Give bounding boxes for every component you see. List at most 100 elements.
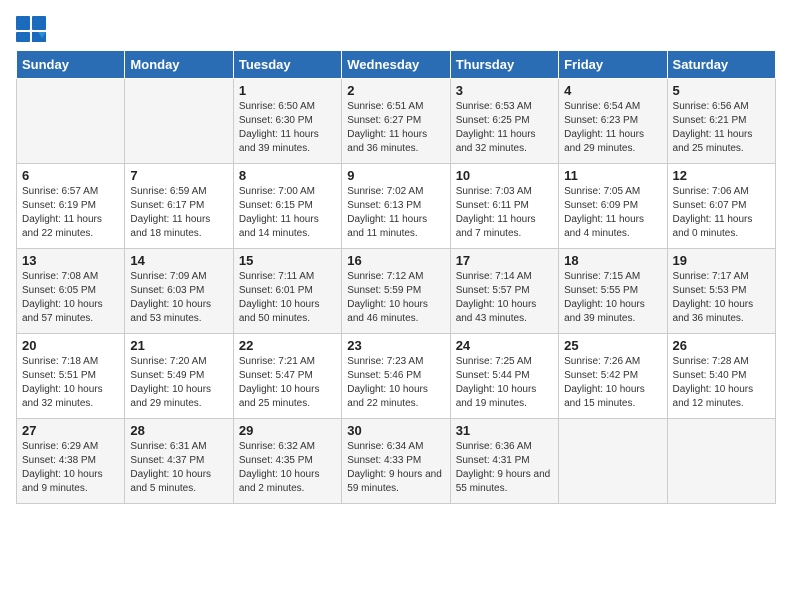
day-number: 22 [239, 338, 336, 353]
day-info: Sunrise: 7:09 AM Sunset: 6:03 PM Dayligh… [130, 270, 227, 326]
day-info: Sunrise: 7:12 AM Sunset: 5:59 PM Dayligh… [347, 270, 444, 326]
day-number: 12 [673, 168, 770, 183]
day-cell: 16 Sunrise: 7:12 AM Sunset: 5:59 PM Dayli… [342, 249, 450, 334]
day-cell: 30 Sunrise: 6:34 AM Sunset: 4:33 PM Dayli… [342, 419, 450, 504]
day-info: Sunrise: 6:51 AM Sunset: 6:27 PM Dayligh… [347, 100, 444, 156]
day-number: 1 [239, 83, 336, 98]
day-number: 11 [564, 168, 661, 183]
day-info: Sunrise: 6:57 AM Sunset: 6:19 PM Dayligh… [22, 185, 119, 241]
day-info: Sunrise: 7:03 AM Sunset: 6:11 PM Dayligh… [456, 185, 553, 241]
day-cell: 7Sunrise: 6:59 AM Sunset: 6:17 PM Daylig… [125, 164, 233, 249]
day-cell [559, 419, 667, 504]
day-info: Sunrise: 6:31 AM Sunset: 4:37 PM Dayligh… [130, 440, 227, 496]
day-cell: 1 Sunrise: 6:50 AM Sunset: 6:30 PM Daylig… [233, 79, 341, 164]
calendar-table: SundayMondayTuesdayWednesdayThursdayFrid… [16, 50, 776, 504]
day-info: Sunrise: 6:59 AM Sunset: 6:17 PM Dayligh… [130, 185, 227, 241]
col-header-monday: Monday [125, 51, 233, 79]
day-cell: 3 Sunrise: 6:53 AM Sunset: 6:25 PM Daylig… [450, 79, 558, 164]
day-number: 8 [239, 168, 336, 183]
day-cell: 4Sunrise: 6:54 AM Sunset: 6:23 PM Daylig… [559, 79, 667, 164]
day-info: Sunrise: 6:36 AM Sunset: 4:31 PM Dayligh… [456, 440, 553, 496]
day-info: Sunrise: 6:32 AM Sunset: 4:35 PM Dayligh… [239, 440, 336, 496]
day-cell: 14 Sunrise: 7:09 AM Sunset: 6:03 PM Dayli… [125, 249, 233, 334]
day-info: Sunrise: 7:06 AM Sunset: 6:07 PM Dayligh… [673, 185, 770, 241]
day-info: Sunrise: 6:50 AM Sunset: 6:30 PM Dayligh… [239, 100, 336, 156]
day-number: 21 [130, 338, 227, 353]
logo [16, 16, 52, 44]
day-cell: 10 Sunrise: 7:03 AM Sunset: 6:11 PM Dayli… [450, 164, 558, 249]
day-number: 18 [564, 253, 661, 268]
day-number: 25 [564, 338, 661, 353]
day-cell: 8 Sunrise: 7:00 AM Sunset: 6:15 PM Daylig… [233, 164, 341, 249]
day-cell: 23 Sunrise: 7:23 AM Sunset: 5:46 PM Dayli… [342, 334, 450, 419]
day-cell: 20Sunrise: 7:18 AM Sunset: 5:51 PM Dayli… [17, 334, 125, 419]
day-number: 14 [130, 253, 227, 268]
day-info: Sunrise: 6:56 AM Sunset: 6:21 PM Dayligh… [673, 100, 770, 156]
logo-icon [16, 16, 48, 44]
day-cell: 31 Sunrise: 6:36 AM Sunset: 4:31 PM Dayli… [450, 419, 558, 504]
week-row-4: 20Sunrise: 7:18 AM Sunset: 5:51 PM Dayli… [17, 334, 776, 419]
col-header-friday: Friday [559, 51, 667, 79]
day-info: Sunrise: 7:00 AM Sunset: 6:15 PM Dayligh… [239, 185, 336, 241]
week-row-5: 27 Sunrise: 6:29 AM Sunset: 4:38 PM Dayli… [17, 419, 776, 504]
day-info: Sunrise: 7:23 AM Sunset: 5:46 PM Dayligh… [347, 355, 444, 411]
day-cell: 17Sunrise: 7:14 AM Sunset: 5:57 PM Dayli… [450, 249, 558, 334]
day-info: Sunrise: 7:15 AM Sunset: 5:55 PM Dayligh… [564, 270, 661, 326]
day-cell: 28 Sunrise: 6:31 AM Sunset: 4:37 PM Dayli… [125, 419, 233, 504]
day-info: Sunrise: 6:53 AM Sunset: 6:25 PM Dayligh… [456, 100, 553, 156]
day-number: 3 [456, 83, 553, 98]
col-header-thursday: Thursday [450, 51, 558, 79]
day-info: Sunrise: 7:02 AM Sunset: 6:13 PM Dayligh… [347, 185, 444, 241]
col-header-sunday: Sunday [17, 51, 125, 79]
day-number: 31 [456, 423, 553, 438]
day-number: 27 [22, 423, 119, 438]
day-number: 20 [22, 338, 119, 353]
day-number: 29 [239, 423, 336, 438]
day-cell: 22 Sunrise: 7:21 AM Sunset: 5:47 PM Dayli… [233, 334, 341, 419]
day-info: Sunrise: 7:17 AM Sunset: 5:53 PM Dayligh… [673, 270, 770, 326]
day-cell [17, 79, 125, 164]
day-number: 23 [347, 338, 444, 353]
day-cell: 15 Sunrise: 7:11 AM Sunset: 6:01 PM Dayli… [233, 249, 341, 334]
day-number: 19 [673, 253, 770, 268]
day-info: Sunrise: 7:25 AM Sunset: 5:44 PM Dayligh… [456, 355, 553, 411]
header-row: SundayMondayTuesdayWednesdayThursdayFrid… [17, 51, 776, 79]
week-row-2: 6 Sunrise: 6:57 AM Sunset: 6:19 PM Daylig… [17, 164, 776, 249]
day-info: Sunrise: 7:20 AM Sunset: 5:49 PM Dayligh… [130, 355, 227, 411]
day-info: Sunrise: 7:08 AM Sunset: 6:05 PM Dayligh… [22, 270, 119, 326]
day-number: 5 [673, 83, 770, 98]
day-cell: 6 Sunrise: 6:57 AM Sunset: 6:19 PM Daylig… [17, 164, 125, 249]
day-info: Sunrise: 7:21 AM Sunset: 5:47 PM Dayligh… [239, 355, 336, 411]
col-header-wednesday: Wednesday [342, 51, 450, 79]
day-number: 30 [347, 423, 444, 438]
day-cell: 21 Sunrise: 7:20 AM Sunset: 5:49 PM Dayli… [125, 334, 233, 419]
day-cell: 29 Sunrise: 6:32 AM Sunset: 4:35 PM Dayli… [233, 419, 341, 504]
day-number: 4 [564, 83, 661, 98]
day-info: Sunrise: 7:11 AM Sunset: 6:01 PM Dayligh… [239, 270, 336, 326]
day-number: 16 [347, 253, 444, 268]
day-cell: 5 Sunrise: 6:56 AM Sunset: 6:21 PM Daylig… [667, 79, 775, 164]
day-cell: 27 Sunrise: 6:29 AM Sunset: 4:38 PM Dayli… [17, 419, 125, 504]
day-number: 10 [456, 168, 553, 183]
week-row-1: 1 Sunrise: 6:50 AM Sunset: 6:30 PM Daylig… [17, 79, 776, 164]
day-info: Sunrise: 7:14 AM Sunset: 5:57 PM Dayligh… [456, 270, 553, 326]
header [16, 16, 776, 44]
day-info: Sunrise: 6:29 AM Sunset: 4:38 PM Dayligh… [22, 440, 119, 496]
day-number: 15 [239, 253, 336, 268]
day-info: Sunrise: 6:34 AM Sunset: 4:33 PM Dayligh… [347, 440, 444, 496]
col-header-saturday: Saturday [667, 51, 775, 79]
day-info: Sunrise: 7:28 AM Sunset: 5:40 PM Dayligh… [673, 355, 770, 411]
day-number: 24 [456, 338, 553, 353]
day-cell: 19 Sunrise: 7:17 AM Sunset: 5:53 PM Dayli… [667, 249, 775, 334]
day-cell: 13Sunrise: 7:08 AM Sunset: 6:05 PM Dayli… [17, 249, 125, 334]
day-cell: 24 Sunrise: 7:25 AM Sunset: 5:44 PM Dayli… [450, 334, 558, 419]
week-row-3: 13Sunrise: 7:08 AM Sunset: 6:05 PM Dayli… [17, 249, 776, 334]
day-cell: 18 Sunrise: 7:15 AM Sunset: 5:55 PM Dayli… [559, 249, 667, 334]
day-number: 26 [673, 338, 770, 353]
day-info: Sunrise: 7:26 AM Sunset: 5:42 PM Dayligh… [564, 355, 661, 411]
day-cell [667, 419, 775, 504]
day-cell: 26 Sunrise: 7:28 AM Sunset: 5:40 PM Dayli… [667, 334, 775, 419]
col-header-tuesday: Tuesday [233, 51, 341, 79]
day-number: 6 [22, 168, 119, 183]
day-number: 28 [130, 423, 227, 438]
